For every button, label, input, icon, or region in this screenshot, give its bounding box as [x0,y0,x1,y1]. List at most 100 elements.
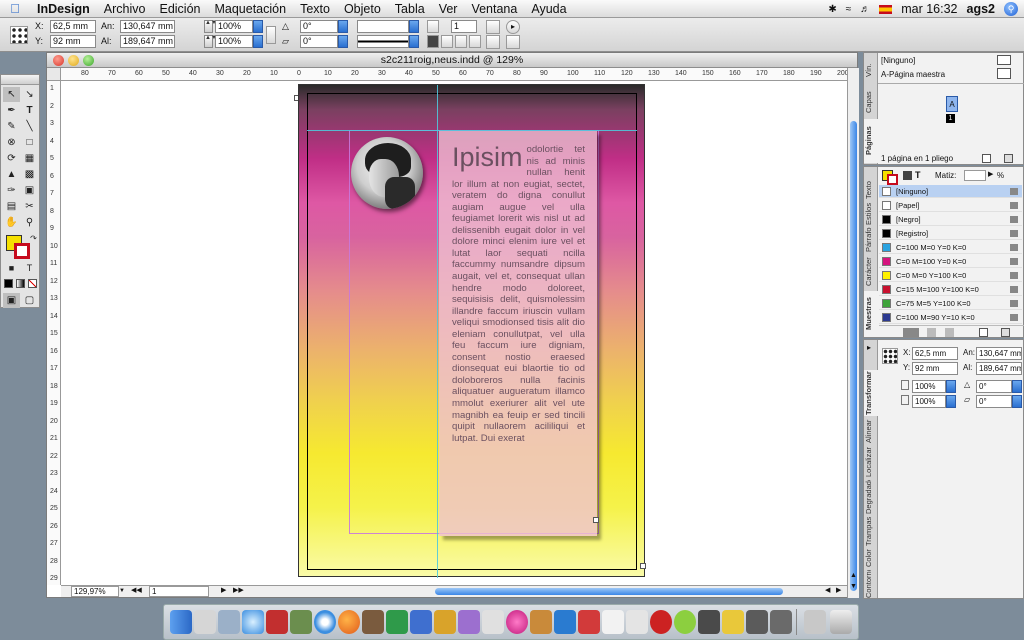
pen-tool-icon[interactable]: ✒ [3,103,20,118]
button-tool-icon[interactable]: ▤ [3,199,20,214]
menu-ayuda[interactable]: Ayuda [524,2,573,16]
menu-objeto[interactable]: Objeto [337,2,388,16]
menu-ventana[interactable]: Ventana [464,2,524,16]
align-d-icon[interactable] [469,35,481,48]
transform-angle-field[interactable]: 0° [976,380,1012,393]
pencil-tool-icon[interactable]: ✎ [3,119,20,134]
vertical-scrollbar[interactable]: ▲ ▼ [847,68,859,598]
angle-field[interactable]: 0° [300,20,338,33]
scale-x-dropdown[interactable] [253,20,263,33]
gradient-tool-icon[interactable]: ▣ [21,183,38,198]
formatting-text-icon[interactable]: T [21,261,38,276]
documents-dock-icon[interactable] [804,610,826,634]
apple-menu-icon[interactable]:  [0,1,30,16]
line-tool-icon[interactable]: ╲ [21,119,38,134]
swatch-text-icon[interactable]: T [915,170,921,180]
swatch-container-icon[interactable] [903,171,912,180]
delete-swatch-icon[interactable] [1001,328,1010,337]
transform-x-field[interactable]: 62,5 mm [912,347,958,360]
tab-trampas[interactable]: Trampas [864,516,878,546]
app-dock-icon-13[interactable] [674,610,696,634]
tint-stepper-icon[interactable]: ▶ [988,170,993,178]
scissors-tool-icon[interactable]: ✂ [21,199,38,214]
page-thumbnail[interactable]: A [946,96,958,112]
transform-menu-icon[interactable]: ▸ [867,343,871,352]
shear-tool-icon[interactable]: ▲ [3,167,20,182]
itunes-dock-icon[interactable] [242,610,264,634]
show-color-swatches-icon[interactable] [927,328,936,337]
firefox-dock-icon[interactable] [338,610,360,634]
transform-shear-dropdown[interactable] [1012,395,1022,408]
new-page-icon[interactable] [982,154,991,163]
text-frame-overflow-port[interactable] [593,517,599,523]
app-dock-icon-11[interactable] [626,610,648,634]
constrain-proportions-icon[interactable] [266,26,276,44]
preview-mode-icon[interactable]: ▢ [21,293,38,308]
bluetooth-icon[interactable]: ✱ [828,4,836,15]
show-gradient-swatches-icon[interactable] [945,328,954,337]
columns-icon[interactable] [427,20,439,33]
width-field[interactable]: 130,647 mm [120,20,175,33]
page-field[interactable]: 1 [149,586,209,597]
tab-degradado[interactable]: Degradado [864,480,878,514]
scroll-right-icon[interactable]: ▶ [836,586,841,594]
photo-dock-icon[interactable] [290,610,312,634]
next-page-icon[interactable]: ▶ [221,586,226,594]
swatch-row[interactable]: C=0 M=100 Y=0 K=0 [879,255,1022,268]
rotate-tool-icon[interactable]: ⟳ [3,151,20,166]
menu-maquetacion[interactable]: Maquetación [207,2,293,16]
input-flag-icon[interactable] [879,4,893,14]
scroll-up-icon[interactable]: ▲ [850,572,857,579]
tab-transformar[interactable]: Transformar [864,370,878,416]
selection-tool-icon[interactable]: ↖ [3,87,20,102]
app-dock-icon-17[interactable] [770,610,792,634]
eyedropper-tool-icon[interactable]: ✑ [3,183,20,198]
scale-tool-icon[interactable]: ▦ [21,151,38,166]
tab-vinculos[interactable]: Vín. [864,55,878,85]
app-dock-icon-8[interactable] [530,610,552,634]
menu-archivo[interactable]: Archivo [97,2,153,16]
volume-icon[interactable]: ♬ [860,4,870,15]
app-dock-icon-16[interactable] [746,610,768,634]
portrait-image[interactable] [351,137,423,209]
frame-fit-icon[interactable] [486,20,500,34]
transform-y-field[interactable]: 92 mm [912,362,958,375]
align-b-icon[interactable] [441,35,453,48]
formatting-container-icon[interactable]: ■ [3,261,20,276]
control-menu-icon[interactable]: ▸ [506,20,520,34]
shear-dropdown[interactable] [338,35,348,48]
swatch-row[interactable]: C=15 M=100 Y=100 K=0 [879,283,1022,296]
menu-app[interactable]: InDesign [30,2,97,16]
trash-dock-icon[interactable] [830,610,852,634]
swatch-row[interactable]: C=100 M=90 Y=10 K=0 [879,311,1022,324]
tab-capas[interactable]: Capas [864,87,878,117]
transform-reference-point-icon[interactable] [882,348,898,364]
align-c-icon[interactable] [455,35,467,48]
story-text[interactable]: Ipisim odolortie tet nis ad minis nullan… [452,144,585,444]
scale-y-field[interactable]: 100% [215,35,253,48]
minimize-button[interactable] [68,55,79,66]
app-dock-icon-12[interactable] [650,610,672,634]
transform-scale-y-dropdown[interactable] [946,395,956,408]
scale-x-field[interactable]: 100% [215,20,253,33]
zoom-tool-icon[interactable]: ⚲ [21,215,38,230]
apply-none-icon[interactable] [28,279,37,288]
swatch-row[interactable]: C=100 M=0 Y=0 K=0 [879,241,1022,254]
swatch-row[interactable]: [Papel] [879,199,1022,212]
spotlight-icon[interactable]: ⚲ [1004,2,1018,16]
close-button[interactable] [53,55,64,66]
y-field[interactable]: 92 mm [50,35,96,48]
wifi-icon[interactable]: ≈ [846,4,852,15]
transform-shear-field[interactable]: 0° [976,395,1012,408]
app-dock-icon-14[interactable] [698,610,720,634]
shear-field[interactable]: 0° [300,35,338,48]
app-dock-icon-3[interactable] [410,610,432,634]
app-dock-icon-5[interactable] [458,610,480,634]
last-page-icon[interactable]: ▶▶ [233,586,244,594]
menu-texto[interactable]: Texto [293,2,337,16]
document-page[interactable]: Ipisim odolortie tet nis ad minis nullan… [298,84,646,578]
scale-y-stepper[interactable]: ▲▼ [204,35,217,48]
toolbox-titlebar[interactable] [1,75,39,85]
swatch-row[interactable]: C=75 M=5 Y=100 K=0 [879,297,1022,310]
reference-point-icon[interactable] [10,26,28,44]
